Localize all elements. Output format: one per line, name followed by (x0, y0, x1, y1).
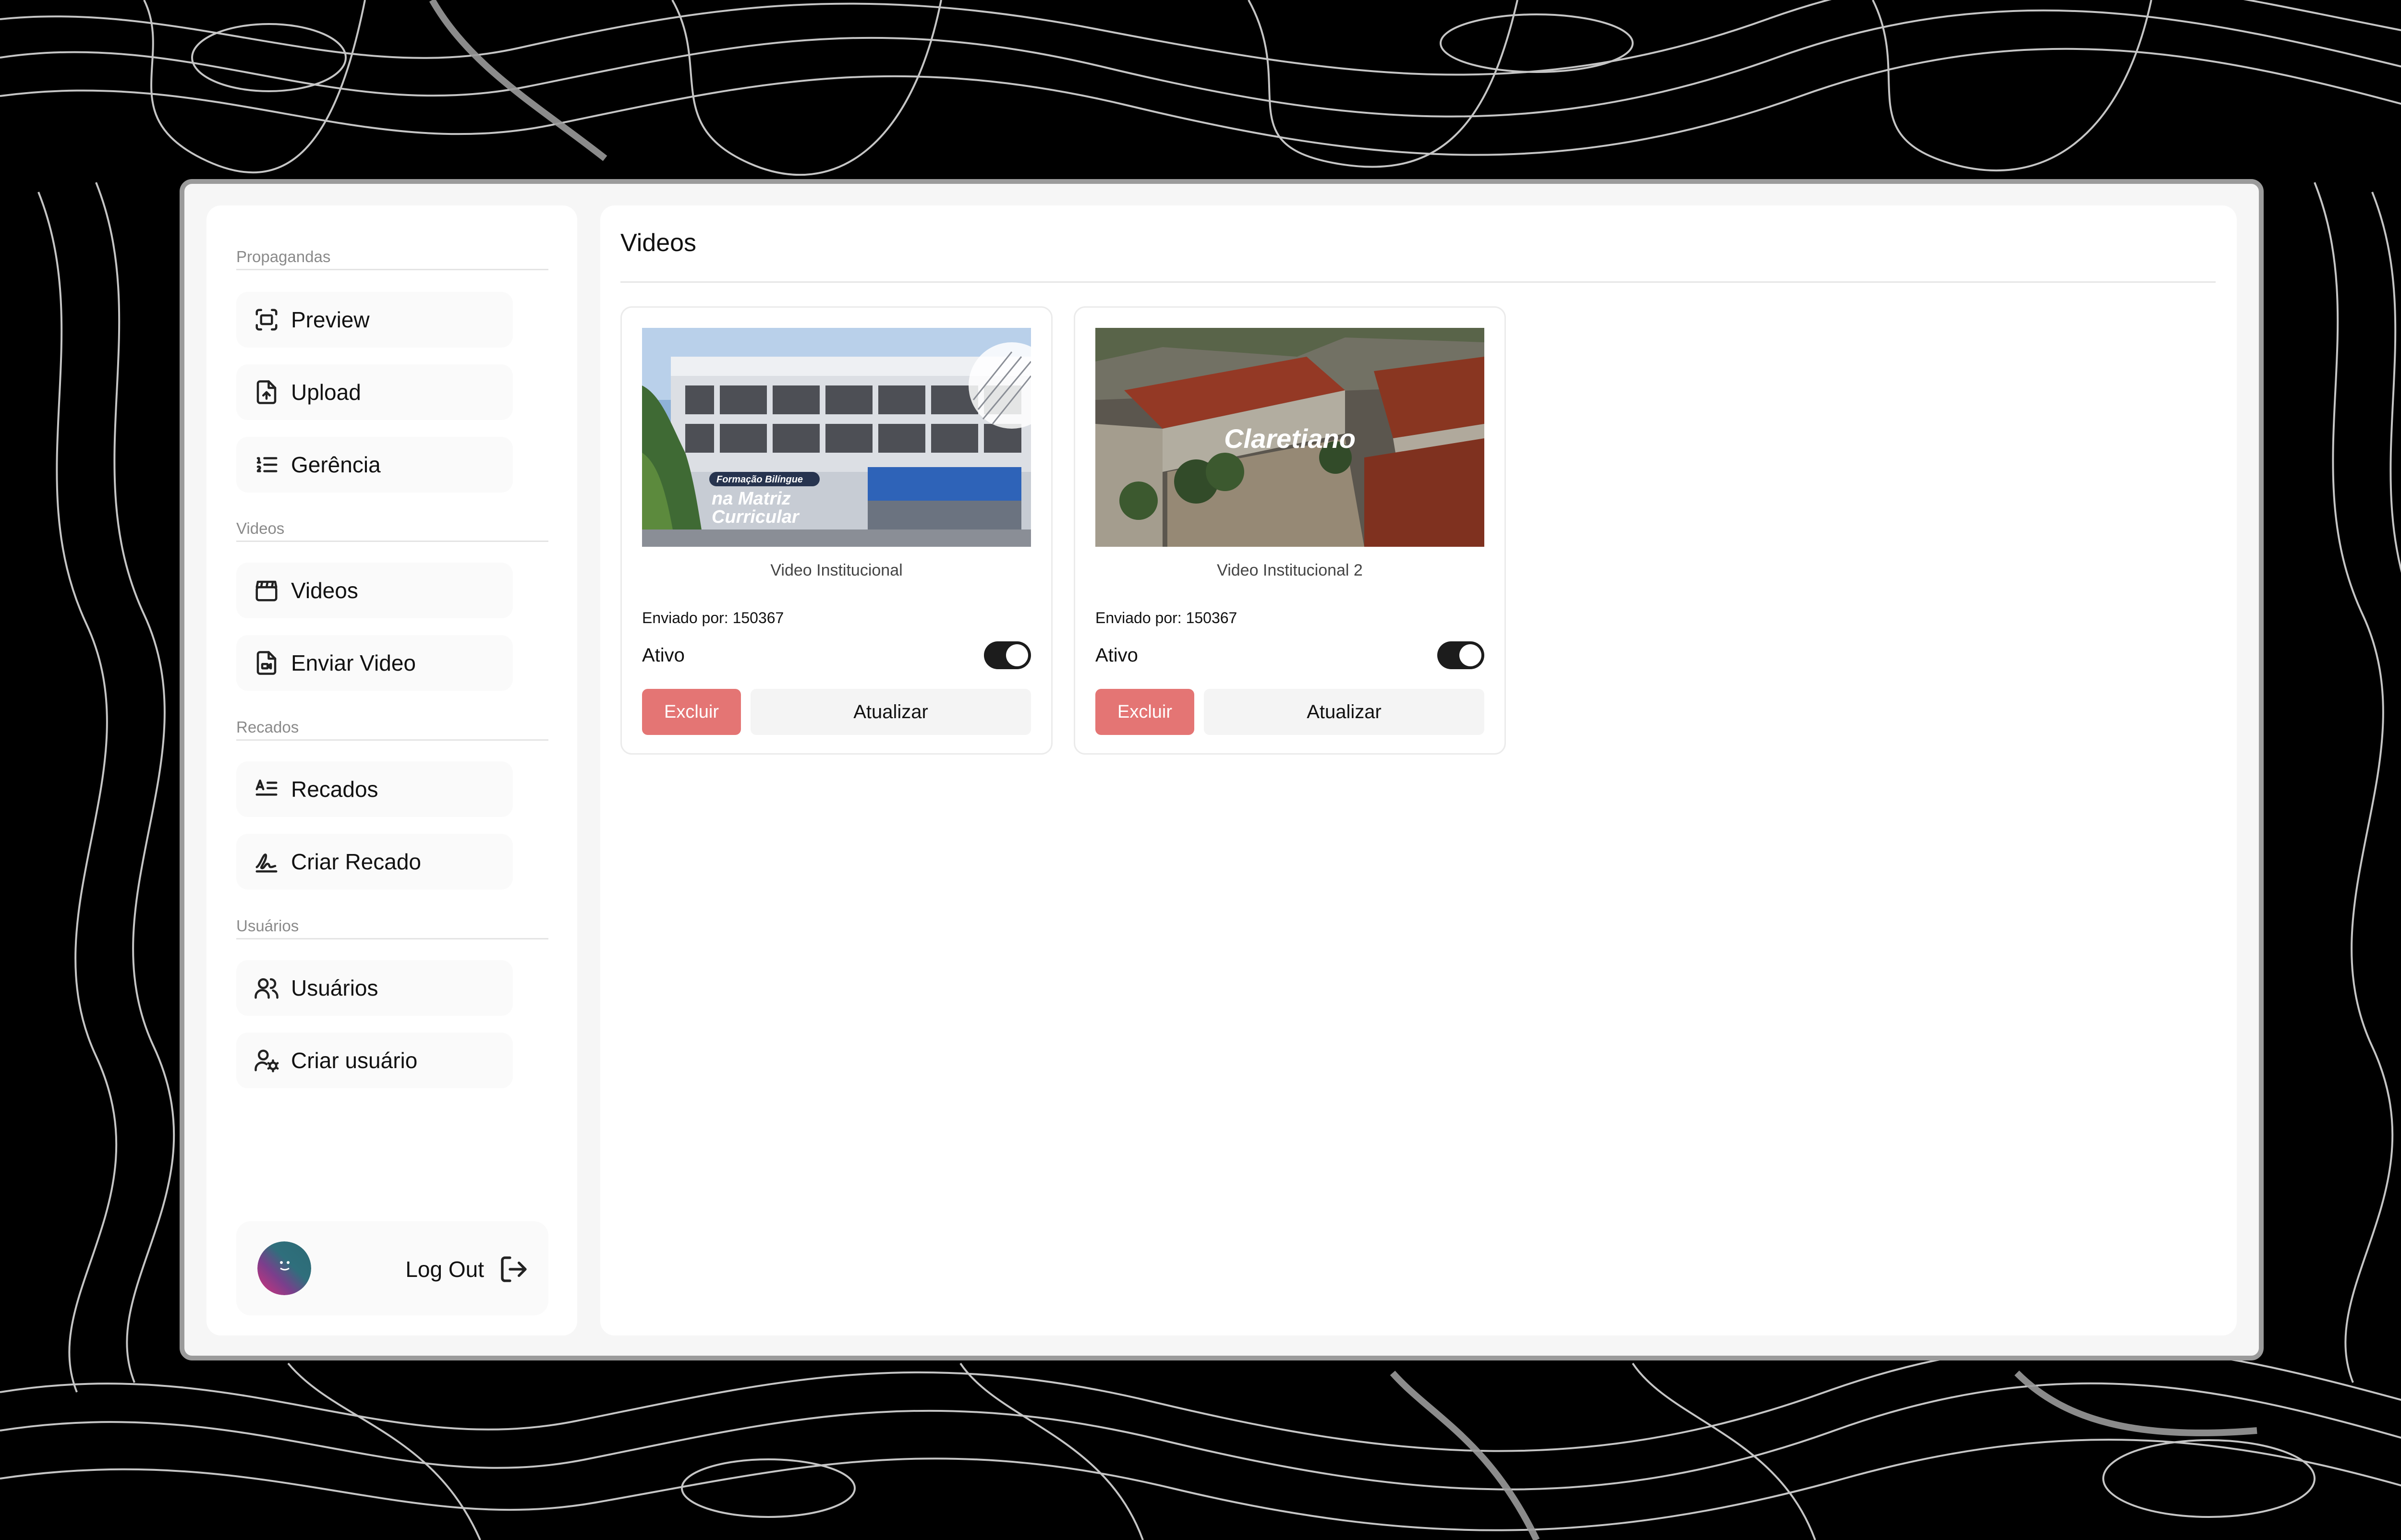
video-thumbnail[interactable]: Claretiano (1095, 328, 1484, 547)
user-cog-icon (255, 1049, 279, 1072)
sidebar-item-criar-usuario[interactable]: Criar usuário (236, 1033, 513, 1088)
uploaded-by: Enviado por: 150367 (1095, 609, 1237, 626)
section-label-usuarios: Usuários (236, 917, 548, 939)
list-ordered-icon (256, 457, 278, 472)
scan-icon (255, 309, 278, 331)
toggle-knob (1006, 644, 1028, 666)
sidebar-item-label: Videos (291, 578, 358, 603)
thumbnail-caption: Formação Bilíngue (716, 474, 803, 485)
sidebar: Propagandas Preview Upload Gerência Vide… (206, 205, 577, 1335)
thumbnail-logo: Claretiano (1224, 423, 1356, 454)
sidebar-item-preview[interactable]: Preview (236, 292, 513, 348)
file-video-icon (256, 651, 277, 675)
sidebar-item-upload[interactable]: Upload (236, 364, 513, 420)
text-align-icon (255, 779, 278, 796)
update-button[interactable]: Atualizar (751, 689, 1031, 735)
sidebar-item-label: Preview (291, 307, 370, 332)
logout-button[interactable]: Log Out (405, 1250, 529, 1288)
logout-label: Log Out (405, 1257, 484, 1282)
avatar[interactable] (257, 1241, 311, 1295)
video-card: Claretiano Video Institucional 2 Enviado… (1074, 306, 1506, 755)
sidebar-item-label: Gerência (291, 452, 381, 477)
thumbnail-caption: Curricular (712, 507, 800, 527)
sidebar-item-gerencia[interactable]: Gerência (236, 437, 513, 493)
sidebar-item-criar-recado[interactable]: Criar Recado (236, 834, 513, 890)
logout-icon (501, 1256, 527, 1282)
users-icon (255, 978, 279, 999)
delete-button[interactable]: Excluir (1095, 689, 1194, 735)
sidebar-item-usuarios[interactable]: Usuários (236, 960, 513, 1016)
title-divider (620, 281, 2216, 283)
uploaded-by: Enviado por: 150367 (642, 609, 784, 626)
video-title: Video Institucional 2 (1217, 561, 1363, 579)
delete-button[interactable]: Excluir (642, 689, 741, 735)
status-label: Ativo (642, 645, 685, 666)
sidebar-item-label: Recados (291, 777, 378, 802)
sidebar-item-videos[interactable]: Videos (236, 563, 513, 618)
page-title: Videos (620, 229, 697, 257)
section-label-recados: Recados (236, 718, 548, 741)
toggle-knob (1459, 644, 1481, 666)
file-upload-icon (256, 380, 277, 404)
sidebar-item-label: Upload (291, 380, 361, 405)
sidebar-item-label: Usuários (291, 975, 378, 1000)
video-title: Video Institucional (770, 561, 903, 579)
status-label: Ativo (1095, 645, 1138, 666)
active-toggle[interactable] (984, 641, 1031, 669)
sidebar-item-label: Criar usuário (291, 1048, 418, 1073)
section-label-videos: Videos (236, 519, 548, 542)
sidebar-item-recados[interactable]: Recados (236, 761, 513, 817)
active-toggle[interactable] (1437, 641, 1484, 669)
sidebar-item-label: Criar Recado (291, 849, 421, 874)
video-thumbnail[interactable]: Formação Bilíngue na Matriz Curricular (642, 328, 1031, 547)
video-card: Formação Bilíngue na Matriz Curricular V… (620, 306, 1053, 755)
user-panel: Log Out (236, 1221, 548, 1315)
thumbnail-caption: na Matriz (712, 489, 791, 509)
update-button[interactable]: Atualizar (1204, 689, 1484, 735)
main-content: Videos Formação Bilíngue na Matriz Curri… (600, 205, 2237, 1335)
sidebar-item-enviar-video[interactable]: Enviar Video (236, 635, 513, 691)
section-label-propagandas: Propagandas (236, 248, 548, 270)
sidebar-item-label: Enviar Video (291, 650, 416, 675)
clapperboard-icon (255, 580, 278, 602)
signature-icon (255, 854, 278, 873)
